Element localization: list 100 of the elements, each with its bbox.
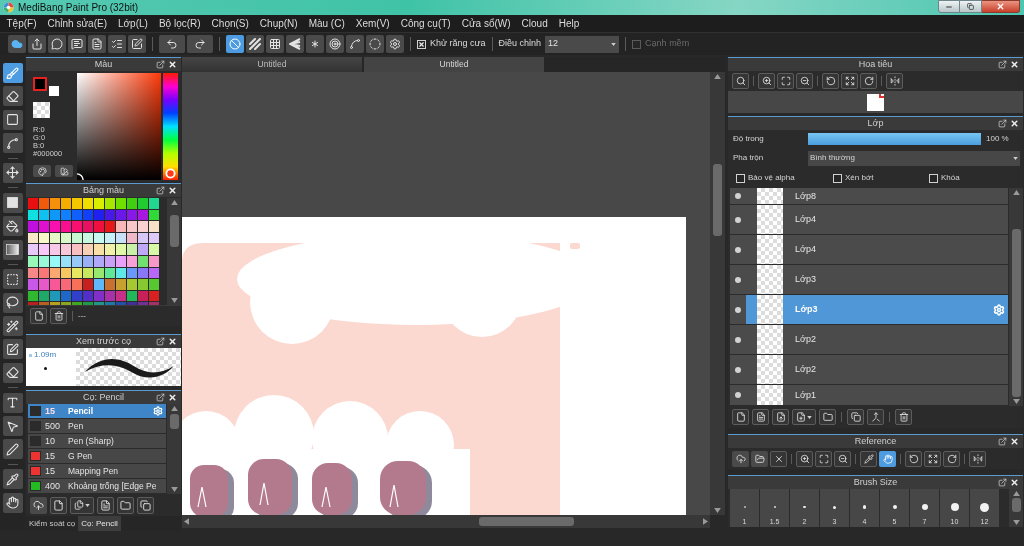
new-layer-button[interactable] bbox=[772, 409, 789, 425]
toolbar-button[interactable] bbox=[796, 450, 813, 467]
new-layer-button[interactable] bbox=[752, 409, 769, 425]
tool-button[interactable] bbox=[2, 239, 23, 260]
color-swatch-icon[interactable] bbox=[116, 198, 126, 209]
brush-item[interactable]: 15 G Pen bbox=[28, 449, 166, 464]
color-swatch-icon[interactable] bbox=[138, 290, 148, 302]
color-swatch-icon[interactable] bbox=[39, 198, 49, 209]
color-swatch-icon[interactable] bbox=[94, 255, 104, 267]
color-swatch-icon[interactable] bbox=[138, 279, 148, 290]
brush-item[interactable]: 15 Mapping Pen bbox=[28, 464, 166, 479]
close-icon[interactable] bbox=[1010, 478, 1019, 487]
color-swatch-icon[interactable] bbox=[33, 77, 47, 91]
color-swatch-icon[interactable] bbox=[72, 290, 82, 302]
color-swatch-icon[interactable] bbox=[28, 302, 38, 306]
float-window-icon[interactable] bbox=[998, 437, 1007, 446]
tool-button[interactable] bbox=[2, 192, 23, 213]
color-swatch-icon[interactable] bbox=[116, 209, 126, 221]
float-window-icon[interactable] bbox=[156, 60, 165, 69]
gear-icon[interactable] bbox=[993, 303, 1005, 316]
color-swatch-icon[interactable] bbox=[138, 244, 148, 255]
tool-button[interactable] bbox=[2, 292, 23, 313]
color-swatch-icon[interactable] bbox=[127, 221, 137, 232]
snap-button[interactable] bbox=[366, 35, 384, 53]
color-swatch-icon[interactable] bbox=[105, 267, 115, 279]
snap-button[interactable] bbox=[326, 35, 344, 53]
gear-icon[interactable] bbox=[153, 406, 163, 416]
scroll-down-icon[interactable] bbox=[1012, 520, 1020, 525]
color-swatch-icon[interactable] bbox=[50, 267, 60, 279]
maximize-button[interactable] bbox=[960, 0, 982, 13]
color-swatch-icon[interactable] bbox=[83, 267, 93, 279]
tool-button[interactable] bbox=[2, 392, 23, 413]
color-swatch-icon[interactable] bbox=[28, 279, 38, 290]
color-swatch-icon[interactable] bbox=[61, 290, 71, 302]
toolbar-button[interactable] bbox=[815, 450, 832, 467]
toolbar-button[interactable] bbox=[860, 450, 877, 467]
correction-dropdown[interactable]: 12 bbox=[545, 35, 620, 53]
color-swatch-icon[interactable] bbox=[94, 267, 104, 279]
scroll-up-icon[interactable] bbox=[1012, 491, 1020, 496]
document-tab[interactable]: Untitled bbox=[364, 57, 544, 72]
color-swatch-icon[interactable] bbox=[28, 232, 38, 244]
color-swatch-icon[interactable] bbox=[105, 279, 115, 290]
menu-item[interactable]: Cloud bbox=[516, 18, 554, 29]
layer-item[interactable]: Lớp1 bbox=[746, 385, 1008, 405]
settings-button[interactable] bbox=[386, 35, 404, 53]
color-swatch-icon[interactable] bbox=[72, 302, 82, 306]
scrollbar-thumb[interactable] bbox=[479, 517, 574, 526]
color-swatch-icon[interactable] bbox=[94, 302, 104, 306]
color-swatch-icon[interactable] bbox=[116, 221, 126, 232]
close-icon[interactable] bbox=[168, 60, 177, 69]
color-swatch-icon[interactable] bbox=[28, 221, 38, 232]
tool-button[interactable] bbox=[2, 416, 23, 437]
color-swatch-icon[interactable] bbox=[149, 209, 159, 221]
color-swatch-icon[interactable] bbox=[83, 221, 93, 232]
minimize-button[interactable] bbox=[938, 0, 960, 13]
color-swatch-icon[interactable] bbox=[149, 244, 159, 255]
color-swatch-icon[interactable] bbox=[127, 279, 137, 290]
float-window-icon[interactable] bbox=[998, 478, 1007, 487]
toolbar-button[interactable] bbox=[905, 450, 922, 467]
color-swatch-icon[interactable] bbox=[127, 198, 137, 209]
copy-brush-button[interactable] bbox=[70, 496, 94, 514]
tool-button[interactable] bbox=[2, 492, 23, 513]
snap-button[interactable] bbox=[266, 35, 284, 53]
tool-button[interactable] bbox=[2, 63, 23, 83]
color-swatch-icon[interactable] bbox=[61, 244, 71, 255]
color-swatch-icon[interactable] bbox=[127, 302, 137, 306]
scrollbar[interactable] bbox=[1009, 188, 1023, 406]
color-swatch-icon[interactable] bbox=[72, 244, 82, 255]
color-swatch-icon[interactable] bbox=[127, 255, 137, 267]
toolbar-button[interactable] bbox=[68, 35, 86, 53]
toolbar-button[interactable] bbox=[48, 35, 66, 53]
tool-button[interactable] bbox=[2, 162, 23, 183]
color-swatch-icon[interactable] bbox=[138, 198, 148, 209]
toolbar-button[interactable] bbox=[777, 73, 794, 89]
tool-button[interactable] bbox=[2, 216, 23, 237]
brush-item[interactable]: 400 Khoảng trống [Edge Pe bbox=[28, 479, 166, 494]
scroll-right-icon[interactable] bbox=[703, 518, 708, 525]
toolbar-button[interactable] bbox=[758, 73, 775, 89]
scroll-up-icon[interactable] bbox=[714, 74, 721, 79]
blend-mode-dropdown[interactable]: Bình thường bbox=[808, 150, 1020, 166]
tool-button[interactable] bbox=[2, 86, 23, 107]
color-field[interactable] bbox=[77, 73, 161, 180]
color-swatch-icon[interactable] bbox=[61, 232, 71, 244]
scrollbar-thumb[interactable] bbox=[713, 164, 722, 236]
color-swatch-icon[interactable] bbox=[39, 279, 49, 290]
color-swatch-icon[interactable] bbox=[72, 221, 82, 232]
color-swatch-icon[interactable] bbox=[39, 232, 49, 244]
color-swatch-icon[interactable] bbox=[83, 302, 93, 306]
scrollbar-thumb[interactable] bbox=[169, 414, 179, 429]
color-swatch-icon[interactable] bbox=[39, 221, 49, 232]
layer-item[interactable]: Lớp8 bbox=[746, 188, 1008, 204]
color-swatch-icon[interactable] bbox=[39, 244, 49, 255]
color-swatch-icon[interactable] bbox=[39, 255, 49, 267]
snap-button[interactable] bbox=[246, 35, 264, 53]
color-swatch-icon[interactable] bbox=[116, 244, 126, 255]
color-swatch-icon[interactable] bbox=[94, 232, 104, 244]
color-swatch-icon[interactable] bbox=[116, 302, 126, 306]
menu-item[interactable]: Màu (C) bbox=[303, 18, 351, 29]
color-swatch-icon[interactable] bbox=[138, 255, 148, 267]
toolbar-button[interactable] bbox=[128, 35, 146, 53]
